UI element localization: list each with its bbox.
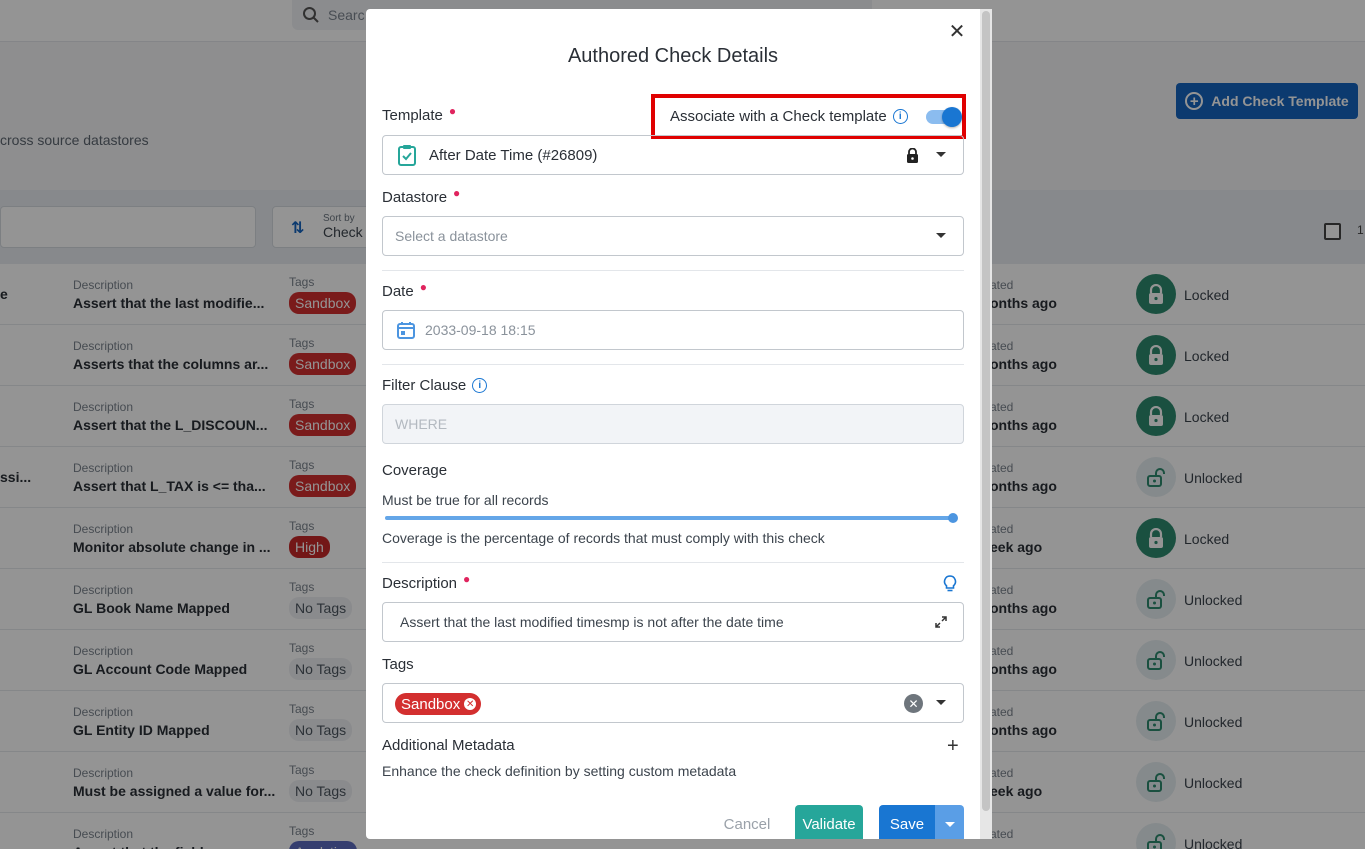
date-value: 2033-09-18 18:15: [425, 322, 536, 338]
divider: [382, 364, 964, 365]
tags-select[interactable]: Sandbox ✕ ✕: [382, 683, 964, 723]
lock-icon: [907, 148, 918, 163]
close-icon[interactable]: ✕: [946, 21, 968, 43]
calendar-icon: [397, 322, 415, 339]
coverage-hint: Must be true for all records: [382, 492, 549, 508]
divider: [382, 270, 964, 271]
chevron-down-icon: [936, 700, 946, 705]
description-label: Description ●: [382, 572, 471, 592]
chevron-down-icon: [936, 233, 946, 238]
cancel-button[interactable]: Cancel: [712, 805, 782, 839]
filter-clause-input[interactable]: WHERE: [382, 404, 964, 444]
tags-label: Tags: [382, 656, 414, 673]
date-input[interactable]: 2033-09-18 18:15: [382, 310, 964, 350]
remove-tag-icon[interactable]: ✕: [464, 698, 477, 710]
authored-check-details-dialog: ✕ Authored Check Details Template ● Assoc…: [366, 9, 992, 839]
info-icon[interactable]: i: [472, 378, 488, 393]
clear-icon[interactable]: ✕: [904, 694, 923, 713]
datastore-select[interactable]: Select a datastore: [382, 216, 964, 256]
coverage-help-text: Coverage is the percentage of records th…: [382, 530, 825, 546]
info-icon[interactable]: i: [892, 109, 908, 124]
save-button[interactable]: Save: [879, 805, 935, 839]
associate-template-toggle[interactable]: [925, 106, 962, 127]
tag-chip-sandbox: Sandbox ✕: [395, 693, 482, 715]
additional-metadata-hint: Enhance the check definition by setting …: [382, 763, 737, 779]
template-value: After Date Time (#26809): [429, 146, 598, 164]
associate-template-label: Associate with a Check template: [670, 108, 887, 125]
save-options-button[interactable]: [935, 805, 964, 839]
dialog-scrollbar[interactable]: [980, 9, 992, 839]
additional-metadata-label: Additional Metadata: [382, 737, 515, 754]
coverage-label: Coverage: [382, 462, 448, 479]
lightbulb-icon[interactable]: [943, 575, 957, 593]
dialog-title: Authored Check Details: [567, 45, 779, 67]
expand-icon[interactable]: [935, 616, 947, 628]
filter-clause-label: Filter Clause i: [382, 377, 488, 394]
description-input[interactable]: Assert that the last modified timesmp is…: [382, 602, 964, 642]
date-label: Date ●: [382, 280, 427, 300]
datastore-label: Datastore ●: [382, 186, 461, 206]
description-value: Assert that the last modified timesmp is…: [400, 614, 784, 630]
slider-handle[interactable]: [948, 513, 958, 523]
filter-clause-placeholder: WHERE: [395, 416, 448, 432]
add-metadata-icon[interactable]: +: [947, 735, 959, 758]
clipboard-check-icon: [398, 145, 416, 166]
chevron-down-icon: [944, 821, 955, 827]
template-select[interactable]: After Date Time (#26809): [382, 135, 964, 175]
template-label: Template ●: [382, 104, 457, 124]
divider: [382, 562, 964, 563]
validate-button[interactable]: Validate: [795, 805, 863, 839]
coverage-slider[interactable]: [385, 513, 958, 523]
chevron-down-icon: [936, 152, 946, 157]
tag-chip-label: Sandbox: [401, 695, 461, 713]
associate-template-highlight: Associate with a Check template i: [651, 94, 966, 139]
datastore-placeholder: Select a datastore: [395, 228, 508, 244]
